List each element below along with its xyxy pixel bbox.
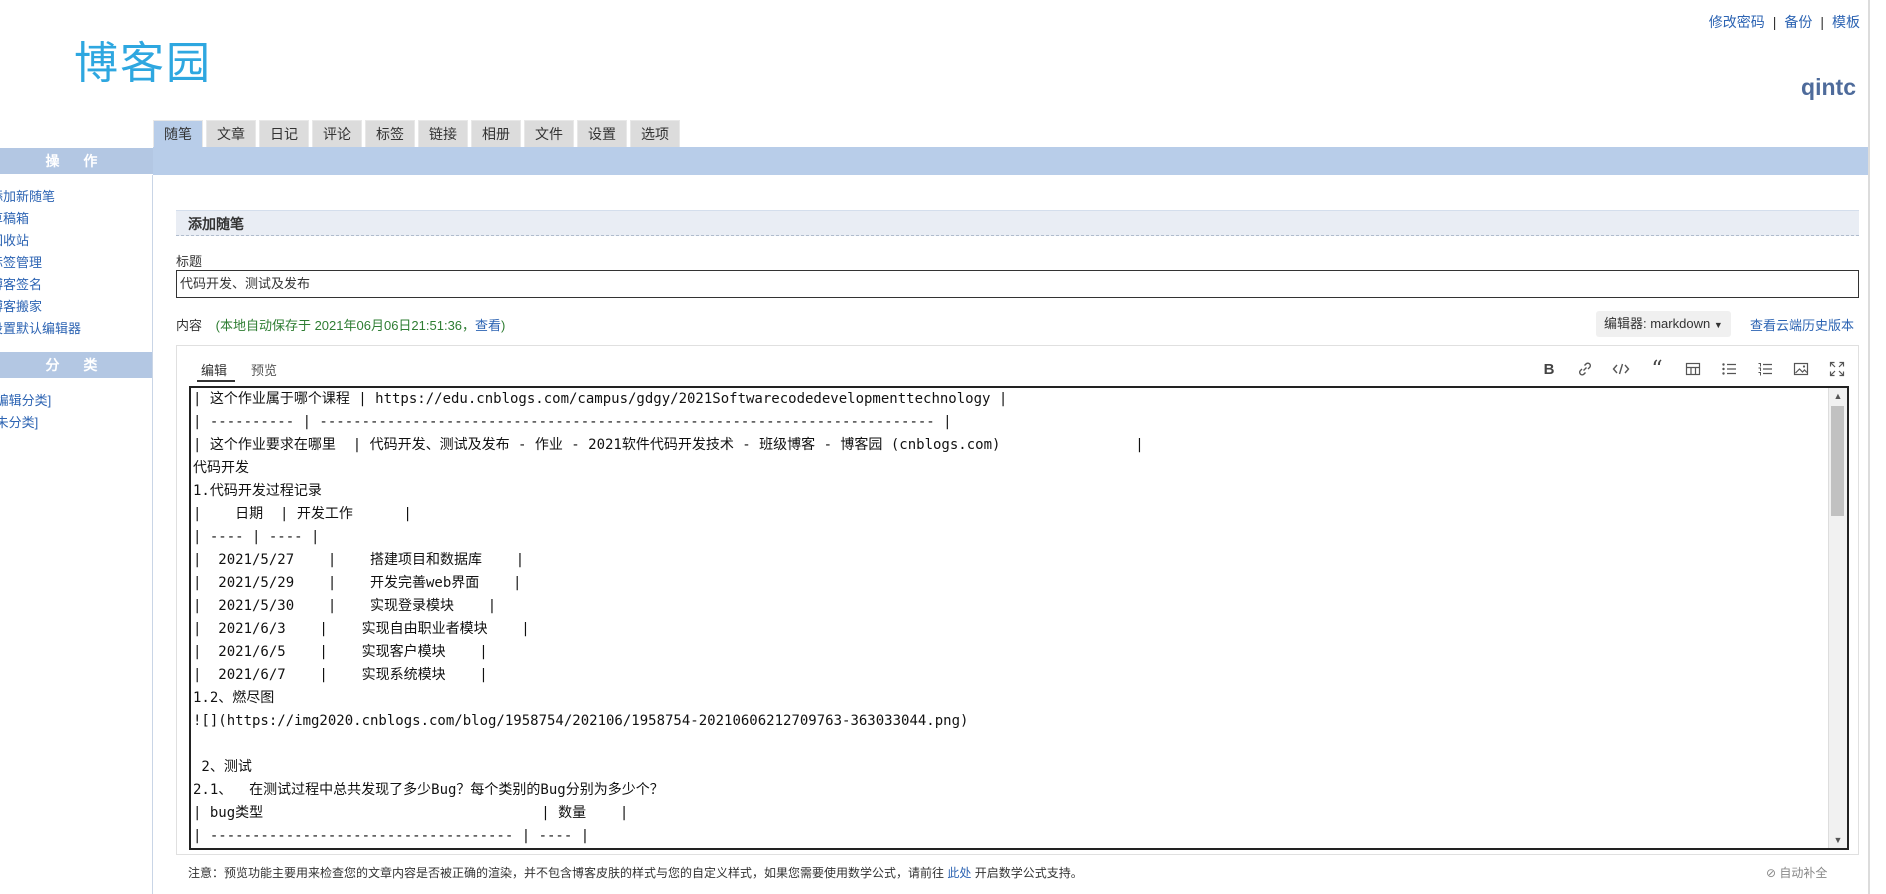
template-link[interactable]: 模板	[1832, 14, 1860, 30]
autocomplete-off-icon: ⊘	[1766, 866, 1777, 880]
sidebar-item-add-post[interactable]: 添加新随笔	[0, 189, 55, 204]
scrollbar-thumb[interactable]	[1831, 406, 1844, 516]
markdown-textarea[interactable]: | 这个作业属于哪个课程 | https://edu.cnblogs.com/c…	[189, 386, 1849, 850]
sidebar-item-default-editor[interactable]: 设置默认编辑器	[0, 321, 81, 336]
notice-text: 注意：预览功能主要用来检查您的文章内容是否被正确的渲染，并不包含博客皮肤的样式与…	[188, 866, 945, 880]
tab-preview[interactable]: 预览	[251, 360, 277, 379]
tab-links[interactable]: 链接	[418, 120, 468, 147]
editor-toolbar: B “	[1538, 357, 1848, 382]
sidebar-item-uncategorized[interactable]: [未分类]	[0, 415, 38, 430]
code-line: | 这个作业属于哪个课程 | https://edu.cnblogs.com/c…	[193, 391, 1008, 407]
username: qintc	[1801, 74, 1856, 100]
code-line: 1.代码开发过程记录	[193, 483, 322, 499]
separator: |	[1820, 14, 1824, 30]
header-bar	[153, 147, 1868, 175]
code-line: 代码开发	[193, 460, 249, 476]
autocomplete-label: 自动补全	[1779, 866, 1828, 880]
title-input[interactable]: 代码开发、测试及发布	[176, 270, 1859, 298]
image-icon[interactable]	[1790, 358, 1812, 380]
preview-notice: 注意：预览功能主要用来检查您的文章内容是否被正确的渲染，并不包含博客皮肤的样式与…	[188, 864, 1083, 881]
top-links: 修改密码 | 备份 | 模板	[1709, 12, 1860, 32]
code-line: | 日期 | 开发工作 |	[193, 506, 412, 522]
code-line: | 2021/6/5 | 实现客户模块 |	[193, 644, 488, 660]
tab-posts[interactable]: 随笔	[153, 120, 203, 147]
autosave-close: )	[501, 318, 506, 333]
code-line: | 2021/5/30 | 实现登录模块 |	[193, 598, 497, 614]
sidebar-item-signature[interactable]: 博客签名	[0, 277, 42, 292]
editor-scrollbar[interactable]: ▲ ▼	[1828, 388, 1847, 848]
title-label: 标题	[176, 254, 203, 269]
tab-tags[interactable]: 标签	[365, 120, 415, 147]
quote-icon[interactable]: “	[1646, 357, 1668, 382]
change-password-link[interactable]: 修改密码	[1709, 14, 1765, 30]
sidebar-item-edit-categories[interactable]: [编辑分类]	[0, 393, 51, 408]
sidebar-ops-list: 添加新随笔 草稿箱 回收站 标签管理 博客签名 博客搬家 设置默认编辑器	[0, 186, 81, 340]
content-label: 内容	[176, 318, 203, 333]
autosave-view-link[interactable]: 查看	[475, 318, 501, 333]
tab-files[interactable]: 文件	[524, 120, 574, 147]
code-line: | ------------------------------------ |…	[193, 828, 590, 844]
cloud-history-link[interactable]: 查看云端历史版本	[1750, 315, 1854, 334]
notice-text-end: 开启数学公式支持。	[974, 866, 1083, 880]
main-tabs: 随笔 文章 日记 评论 标签 链接 相册 文件 设置 选项	[153, 120, 680, 147]
markdown-editor: 编辑 预览 B “ | 这个作业属于哪个课程 | https://edu.cnb…	[176, 345, 1859, 855]
autosave-text: (本地自动保存于 2021年06月06日21:51:36，	[215, 318, 476, 333]
link-icon[interactable]	[1574, 358, 1596, 380]
sidebar-cat-list: [编辑分类] [未分类]	[0, 390, 51, 434]
sidebar-item-drafts[interactable]: 草稿箱	[0, 211, 29, 226]
sidebar-cat-title: 分 类	[0, 352, 153, 378]
sidebar-item-recycle[interactable]: 回收站	[0, 233, 29, 248]
code-line: | 2021/6/3 | 实现自由职业者模块 |	[193, 621, 530, 637]
code-line: 2、测试	[193, 759, 252, 775]
content-row: 内容 (本地自动保存于 2021年06月06日21:51:36，查看)	[176, 315, 505, 334]
code-line: | ---- | ---- |	[193, 529, 320, 545]
scroll-up-icon[interactable]: ▲	[1829, 388, 1847, 404]
code-line: | ---------- | -------------------------…	[193, 414, 952, 430]
code-line: 2.1、 在测试过程中总共发现了多少Bug？每个类别的Bug分别为多少个？	[193, 782, 664, 798]
panel-title: 添加随笔	[176, 210, 1859, 236]
tab-articles[interactable]: 文章	[206, 120, 256, 147]
autosave-status: (本地自动保存于 2021年06月06日21:51:36，查看)	[216, 318, 506, 333]
ordered-list-icon[interactable]	[1754, 358, 1776, 380]
code-line: | 2021/6/7 | 实现系统模块 |	[193, 667, 488, 683]
editor-type-dropdown[interactable]: 编辑器: markdown ▼	[1596, 311, 1731, 337]
bold-icon[interactable]: B	[1538, 358, 1560, 380]
cnblogs-logo[interactable]: 博客园	[74, 34, 212, 89]
code-line: | 这个作业要求在哪里 | 代码开发、测试及发布 - 作业 - 2021软件代码…	[193, 437, 1144, 453]
table-icon[interactable]	[1682, 358, 1704, 380]
code-line: | bug类型 | 数量 |	[193, 805, 629, 821]
logo-text: 博客园	[74, 38, 212, 89]
backup-link[interactable]: 备份	[1784, 14, 1812, 30]
tab-comments[interactable]: 评论	[312, 120, 362, 147]
caret-down-icon: ▼	[1713, 320, 1723, 330]
sidebar-item-migrate[interactable]: 博客搬家	[0, 299, 42, 314]
markdown-content: | 这个作业属于哪个课程 | https://edu.cnblogs.com/c…	[191, 388, 1829, 848]
math-support-link[interactable]: 此处	[947, 866, 971, 880]
tab-edit[interactable]: 编辑	[201, 360, 227, 379]
tab-options[interactable]: 选项	[630, 120, 680, 147]
code-icon[interactable]	[1610, 358, 1632, 380]
code-line: | 2021/5/29 | 开发完善web界面 |	[193, 575, 522, 591]
code-line: ![](https://img2020.cnblogs.com/blog/195…	[193, 713, 969, 729]
tab-diary[interactable]: 日记	[259, 120, 309, 147]
code-line: 1.2、燃尽图	[193, 690, 275, 706]
sidebar-ops-title: 操 作	[0, 148, 153, 174]
separator: |	[1772, 14, 1777, 30]
fullscreen-icon[interactable]	[1826, 358, 1848, 380]
tab-albums[interactable]: 相册	[471, 120, 521, 147]
sidebar-divider	[152, 175, 153, 894]
unordered-list-icon[interactable]	[1718, 358, 1740, 380]
window-scrollbar[interactable]	[1868, 0, 1870, 894]
sidebar-item-tag-manage[interactable]: 标签管理	[0, 255, 42, 270]
editor-type-label: 编辑器: markdown	[1604, 316, 1711, 331]
code-line: | 2021/5/27 | 搭建项目和数据库 |	[193, 552, 525, 568]
autocomplete-toggle[interactable]: ⊘ 自动补全	[1766, 864, 1827, 881]
scroll-down-icon[interactable]: ▼	[1829, 832, 1847, 848]
tab-settings[interactable]: 设置	[577, 120, 627, 147]
active-tab-indicator	[197, 380, 235, 382]
